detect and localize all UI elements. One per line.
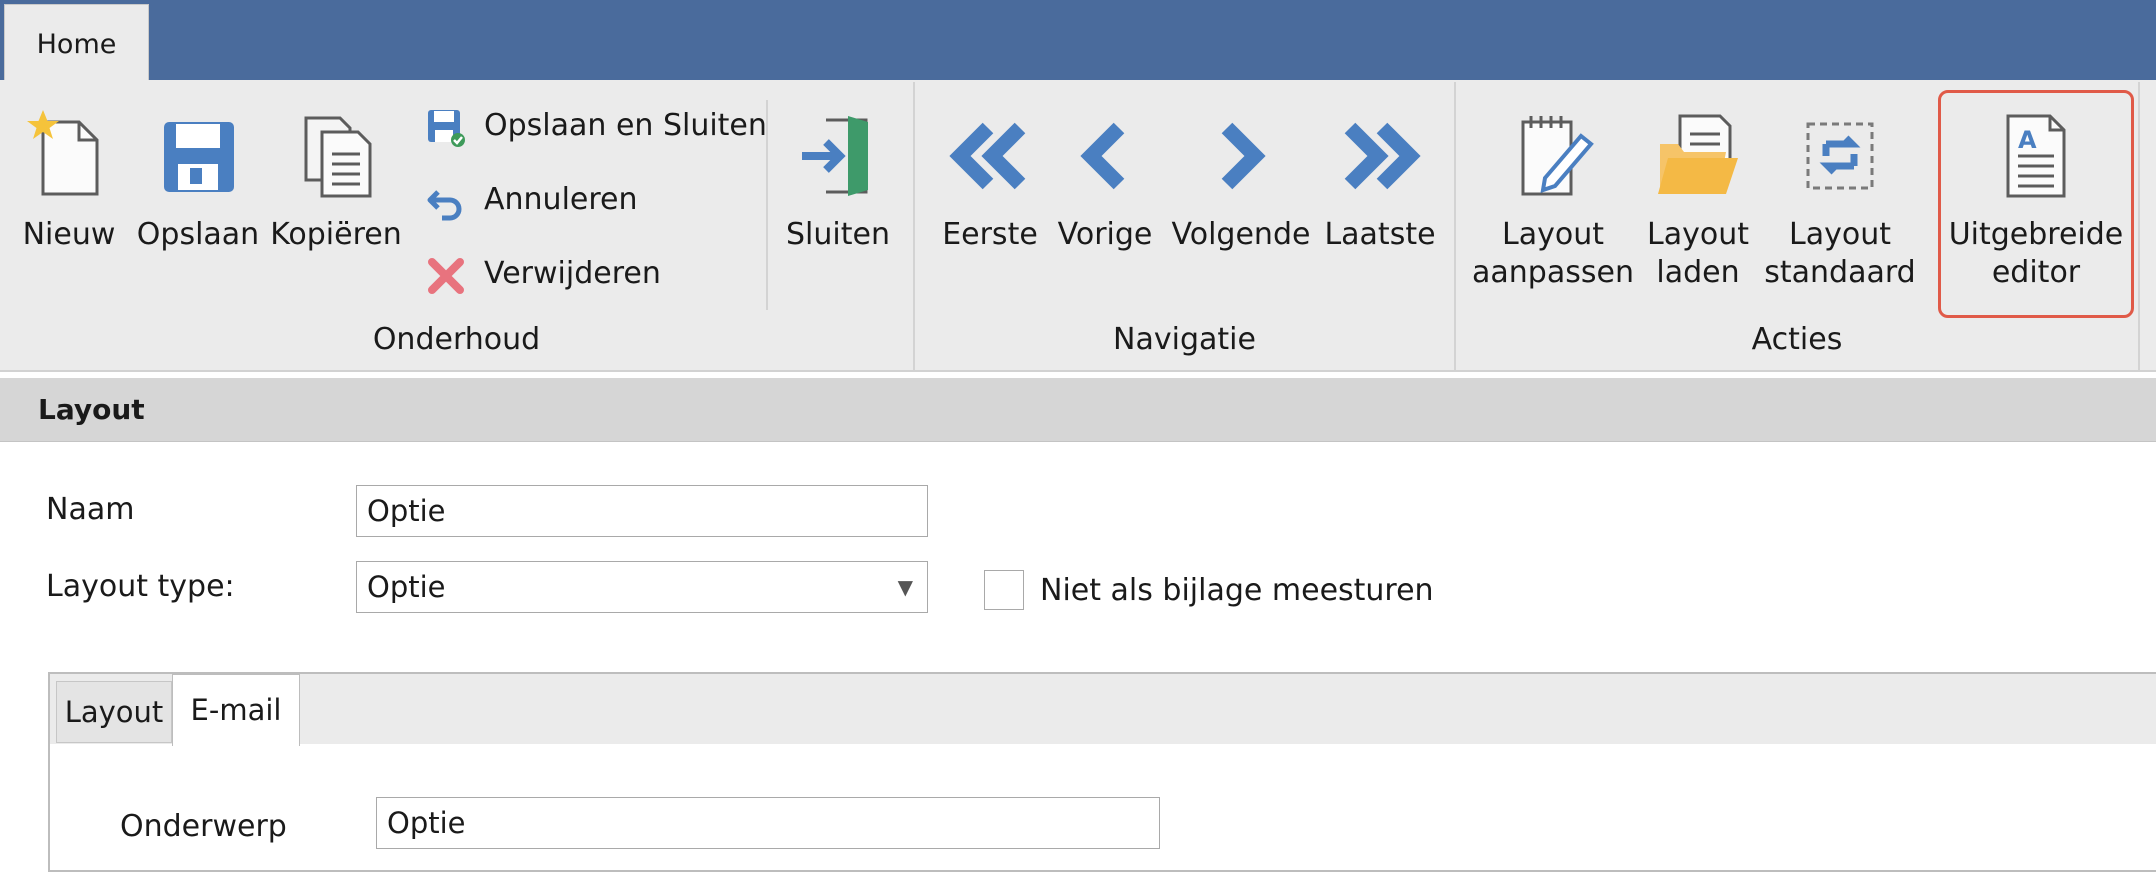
tab-strip	[50, 674, 2156, 745]
floppy-disk-icon	[150, 108, 246, 204]
cancel-button[interactable]: Annuleren	[426, 172, 756, 228]
name-input[interactable]	[356, 485, 928, 537]
double-chevron-left-icon	[942, 108, 1038, 204]
new-document-star-icon	[21, 108, 117, 204]
exit-door-icon	[790, 108, 886, 204]
section-title: Layout	[0, 378, 2156, 442]
highlight-frame	[1938, 90, 2134, 318]
edit-pencil-document-icon	[1505, 108, 1601, 204]
attachment-checkbox-label: Niet als bijlage meesturen	[1040, 573, 1434, 608]
save-button[interactable]: Opslaan	[134, 88, 262, 316]
tab-email[interactable]: E-mail	[172, 674, 300, 746]
chevron-left-icon	[1057, 108, 1153, 204]
name-label: Naam	[46, 492, 135, 527]
ribbon-tab-home[interactable]: Home	[4, 4, 149, 84]
layout-type-select[interactable]: Optie ▼	[356, 561, 928, 613]
title-bar	[0, 0, 2156, 80]
layout-type-value: Optie	[367, 570, 446, 604]
group-label-acties: Acties	[1751, 322, 1843, 357]
last-button[interactable]: Laatste	[1320, 88, 1440, 316]
new-button[interactable]: Nieuw	[6, 88, 132, 316]
previous-button[interactable]: Vorige	[1052, 88, 1158, 316]
attachment-checkbox[interactable]	[984, 570, 1024, 610]
group-label-navigatie: Navigatie	[1113, 322, 1256, 357]
layout-type-label: Layout type:	[46, 569, 235, 604]
open-folder-icon	[1650, 108, 1746, 204]
group-label-onderhoud: Onderhoud	[372, 322, 541, 357]
undo-arrow-icon	[426, 182, 466, 222]
layout-customize-button[interactable]: Layout aanpassen	[1470, 88, 1636, 316]
copy-documents-icon	[288, 108, 384, 204]
save-and-close-button[interactable]: Opslaan en Sluiten	[426, 98, 767, 154]
tab-layout[interactable]: Layout	[56, 681, 172, 743]
chevron-right-icon	[1193, 108, 1289, 204]
save-and-close-icon	[426, 108, 466, 148]
layout-load-button[interactable]: Layout laden	[1640, 88, 1756, 316]
double-chevron-right-icon	[1332, 108, 1428, 204]
subject-label: Onderwerp	[120, 809, 287, 844]
first-button[interactable]: Eerste	[930, 88, 1050, 316]
subject-input[interactable]	[376, 797, 1160, 849]
dropdown-arrow-icon[interactable]: ▼	[898, 562, 913, 612]
group-separator	[2138, 82, 2140, 370]
close-button[interactable]: Sluiten	[780, 88, 896, 316]
delete-button[interactable]: Verwijderen	[426, 246, 756, 302]
copy-button[interactable]: Kopiëren	[268, 88, 404, 316]
delete-x-icon	[426, 256, 466, 296]
layout-default-button[interactable]: Layout standaard	[1760, 88, 1920, 316]
reset-layout-icon	[1792, 108, 1888, 204]
next-button[interactable]: Volgende	[1170, 88, 1312, 316]
